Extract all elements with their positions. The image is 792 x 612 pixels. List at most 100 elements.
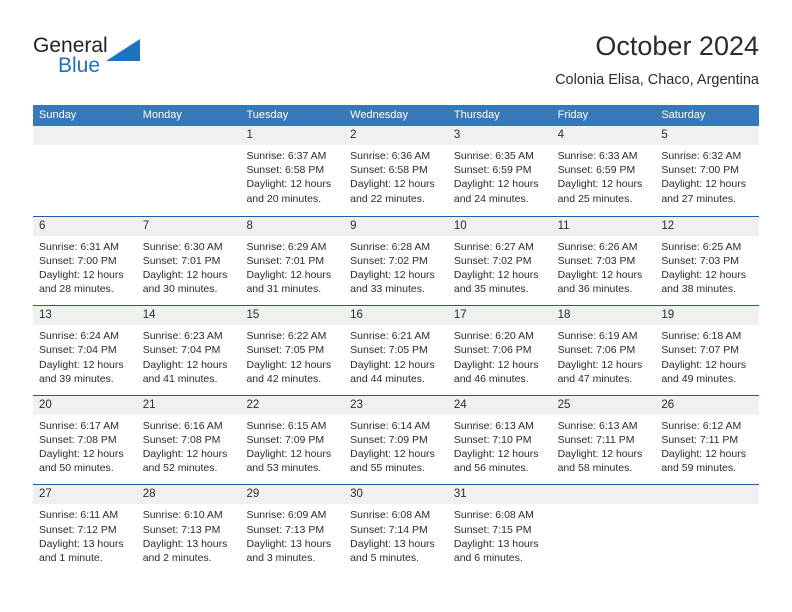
- day-details: Sunrise: 6:31 AM Sunset: 7:00 PM Daylight:…: [33, 236, 137, 297]
- day-number-band: 1: [240, 126, 345, 145]
- day-cell-5[interactable]: 5 Sunrise: 6:32 AM Sunset: 7:00 PM Daylight…: [655, 126, 760, 216]
- day-cell-14[interactable]: 14 Sunrise: 6:23 AM Sunset: 7:04 PM Dayligh…: [136, 306, 241, 395]
- day-number: 18: [557, 309, 571, 322]
- sunset-text: Sunset: 7:03 PM: [661, 254, 739, 267]
- daylight-text: Daylight: 12 hours and 25 minutes.: [557, 178, 643, 205]
- day-number-band: 19: [655, 306, 760, 326]
- day-number: 27: [39, 488, 52, 501]
- day-cell-9[interactable]: 9 Sunrise: 6:28 AM Sunset: 7:02 PM Daylight…: [344, 216, 448, 306]
- day-cell-13[interactable]: 13 Sunrise: 6:24 AM Sunset: 7:04 PM Dayligh…: [33, 306, 137, 395]
- day-cell-1[interactable]: 1 Sunrise: 6:37 AM Sunset: 6:58 PM Daylight…: [240, 126, 345, 216]
- day-number: 15: [246, 309, 260, 322]
- day-cell-11[interactable]: 11 Sunrise: 6:26 AM Sunset: 7:03 PM Dayligh…: [551, 216, 656, 306]
- calendar-week-row: 1 Sunrise: 6:37 AM Sunset: 6:58 PM Daylight…: [33, 126, 760, 216]
- sunset-text: Sunset: 7:08 PM: [142, 433, 221, 446]
- sunrise-text: Sunrise: 6:13 AM: [453, 419, 534, 432]
- sunset-text: Sunset: 7:01 PM: [246, 254, 325, 267]
- sunset-text: Sunset: 6:58 PM: [246, 164, 325, 177]
- day-cell-6[interactable]: 6 Sunrise: 6:31 AM Sunset: 7:00 PM Daylight…: [33, 216, 137, 306]
- day-number-band: 17: [447, 306, 552, 326]
- day-cell-20[interactable]: 20 Sunrise: 6:17 AM Sunset: 7:08 PM Dayligh…: [33, 395, 137, 485]
- daylight-text: Daylight: 12 hours and 53 minutes.: [246, 448, 332, 475]
- day-details: [33, 145, 137, 149]
- daylight-text: Daylight: 12 hours and 59 minutes.: [661, 448, 746, 475]
- sunset-text: Sunset: 7:00 PM: [661, 164, 739, 177]
- sunrise-text: Sunrise: 6:08 AM: [350, 509, 431, 522]
- day-cell-21[interactable]: 21 Sunrise: 6:16 AM Sunset: 7:08 PM Dayligh…: [136, 395, 241, 485]
- day-cell-26[interactable]: 26 Sunrise: 6:12 AM Sunset: 7:11 PM Dayligh…: [655, 395, 760, 485]
- sunset-text: Sunset: 7:03 PM: [557, 254, 636, 267]
- sunrise-text: Sunrise: 6:12 AM: [661, 419, 742, 432]
- day-number-band: 28: [136, 485, 241, 505]
- day-cell-24[interactable]: 24 Sunrise: 6:13 AM Sunset: 7:10 PM Dayligh…: [447, 395, 552, 485]
- day-cell-7[interactable]: 7 Sunrise: 6:30 AM Sunset: 7:01 PM Daylight…: [136, 216, 241, 306]
- day-details: Sunrise: 6:22 AM Sunset: 7:05 PM Daylight:…: [240, 325, 344, 386]
- weekday-header-saturday: Saturday: [661, 109, 706, 121]
- day-cell-23[interactable]: 23 Sunrise: 6:14 AM Sunset: 7:09 PM Dayligh…: [344, 395, 448, 485]
- day-details: Sunrise: 6:16 AM Sunset: 7:08 PM Daylight:…: [137, 415, 241, 476]
- calendar-weeks: 1 Sunrise: 6:37 AM Sunset: 6:58 PM Daylight…: [33, 126, 760, 574]
- sunrise-text: Sunrise: 6:10 AM: [142, 509, 223, 522]
- day-cell-17[interactable]: 17 Sunrise: 6:20 AM Sunset: 7:06 PM Dayligh…: [447, 306, 552, 395]
- sunrise-text: Sunrise: 6:25 AM: [661, 240, 742, 253]
- sunset-text: Sunset: 6:58 PM: [350, 164, 428, 177]
- sunrise-text: Sunrise: 6:17 AM: [39, 419, 119, 432]
- sunset-text: Sunset: 7:06 PM: [557, 344, 636, 357]
- day-cell-18[interactable]: 18 Sunrise: 6:19 AM Sunset: 7:06 PM Dayligh…: [551, 306, 656, 395]
- daylight-text: Daylight: 12 hours and 47 minutes.: [557, 358, 643, 385]
- day-number-band: 15: [240, 306, 345, 326]
- calendar-week-row: 20 Sunrise: 6:17 AM Sunset: 7:08 PM Dayligh…: [33, 394, 760, 485]
- sunrise-text: Sunrise: 6:20 AM: [453, 330, 534, 343]
- day-number: 1: [246, 129, 253, 141]
- day-cell-3[interactable]: 3 Sunrise: 6:35 AM Sunset: 6:59 PM Daylight…: [447, 126, 552, 216]
- day-details: Sunrise: 6:14 AM Sunset: 7:09 PM Daylight:…: [344, 415, 448, 476]
- day-cell-2[interactable]: 2 Sunrise: 6:36 AM Sunset: 6:58 PM Daylight…: [344, 126, 448, 216]
- daylight-text: Daylight: 12 hours and 27 minutes.: [661, 178, 746, 205]
- sunrise-text: Sunrise: 6:08 AM: [453, 509, 534, 522]
- day-cell-22[interactable]: 22 Sunrise: 6:15 AM Sunset: 7:09 PM Dayligh…: [240, 395, 345, 485]
- sunrise-text: Sunrise: 6:26 AM: [557, 240, 638, 253]
- day-number-band: 3: [447, 126, 552, 145]
- day-cell-31[interactable]: 31 Sunrise: 6:08 AM Sunset: 7:15 PM Dayligh…: [447, 485, 552, 574]
- brand-logo[interactable]: General Blue: [33, 35, 213, 85]
- day-cell-15[interactable]: 15 Sunrise: 6:22 AM Sunset: 7:05 PM Dayligh…: [240, 306, 345, 395]
- day-number-band: 18: [551, 306, 656, 326]
- day-details: Sunrise: 6:25 AM Sunset: 7:03 PM Daylight:…: [655, 236, 759, 297]
- daylight-text: Daylight: 12 hours and 24 minutes.: [453, 178, 539, 205]
- day-cell-4[interactable]: 4 Sunrise: 6:33 AM Sunset: 6:59 PM Daylight…: [551, 126, 656, 216]
- weekday-header-thursday: Thursday: [453, 109, 500, 121]
- day-number: 10: [453, 219, 467, 232]
- day-number-band: 29: [240, 485, 345, 505]
- day-number: 8: [246, 219, 253, 232]
- day-cell-19[interactable]: 19 Sunrise: 6:18 AM Sunset: 7:07 PM Dayligh…: [655, 306, 760, 395]
- daylight-text: Daylight: 12 hours and 39 minutes.: [39, 358, 124, 385]
- day-cell-16[interactable]: 16 Sunrise: 6:21 AM Sunset: 7:05 PM Dayligh…: [344, 306, 448, 395]
- sunrise-text: Sunrise: 6:28 AM: [350, 240, 431, 253]
- day-number: 29: [246, 488, 260, 501]
- daylight-text: Daylight: 12 hours and 50 minutes.: [39, 448, 124, 475]
- day-cell-12[interactable]: 12 Sunrise: 6:25 AM Sunset: 7:03 PM Dayligh…: [655, 216, 760, 306]
- day-cell-10[interactable]: 10 Sunrise: 6:27 AM Sunset: 7:02 PM Dayligh…: [447, 216, 552, 306]
- day-cell-8[interactable]: 8 Sunrise: 6:29 AM Sunset: 7:01 PM Daylight…: [240, 216, 345, 306]
- day-number: 23: [350, 398, 363, 411]
- daylight-text: Daylight: 12 hours and 38 minutes.: [661, 269, 746, 296]
- day-cell-25[interactable]: 25 Sunrise: 6:13 AM Sunset: 7:11 PM Dayligh…: [551, 395, 656, 485]
- day-number-band: 20: [33, 395, 137, 415]
- day-cell-27[interactable]: 27 Sunrise: 6:11 AM Sunset: 7:12 PM Dayligh…: [33, 485, 137, 574]
- sunrise-text: Sunrise: 6:15 AM: [246, 419, 327, 432]
- day-number: 30: [350, 488, 363, 501]
- sunset-text: Sunset: 7:11 PM: [557, 433, 635, 446]
- brand-name-blue: Blue: [58, 54, 101, 77]
- daylight-text: Daylight: 13 hours and 2 minutes.: [142, 537, 228, 564]
- day-number-band: 23: [344, 395, 448, 415]
- calendar-page: General Blue October 2024 Colonia Elisa,…: [0, 0, 792, 612]
- sunrise-text: Sunrise: 6:13 AM: [557, 419, 638, 432]
- day-cell-30[interactable]: 30 Sunrise: 6:08 AM Sunset: 7:14 PM Dayligh…: [344, 485, 448, 574]
- daylight-text: Daylight: 12 hours and 46 minutes.: [453, 358, 539, 385]
- day-cell-29[interactable]: 29 Sunrise: 6:09 AM Sunset: 7:13 PM Dayligh…: [240, 485, 345, 574]
- day-details: Sunrise: 6:35 AM Sunset: 6:59 PM Daylight:…: [448, 145, 552, 206]
- sunset-text: Sunset: 7:04 PM: [39, 344, 117, 357]
- calendar-grid: Sunday Monday Tuesday Wednesday Thursday Frid…: [33, 105, 760, 574]
- day-number: 2: [350, 129, 357, 141]
- day-cell-28[interactable]: 28 Sunrise: 6:10 AM Sunset: 7:13 PM Dayligh…: [136, 485, 241, 574]
